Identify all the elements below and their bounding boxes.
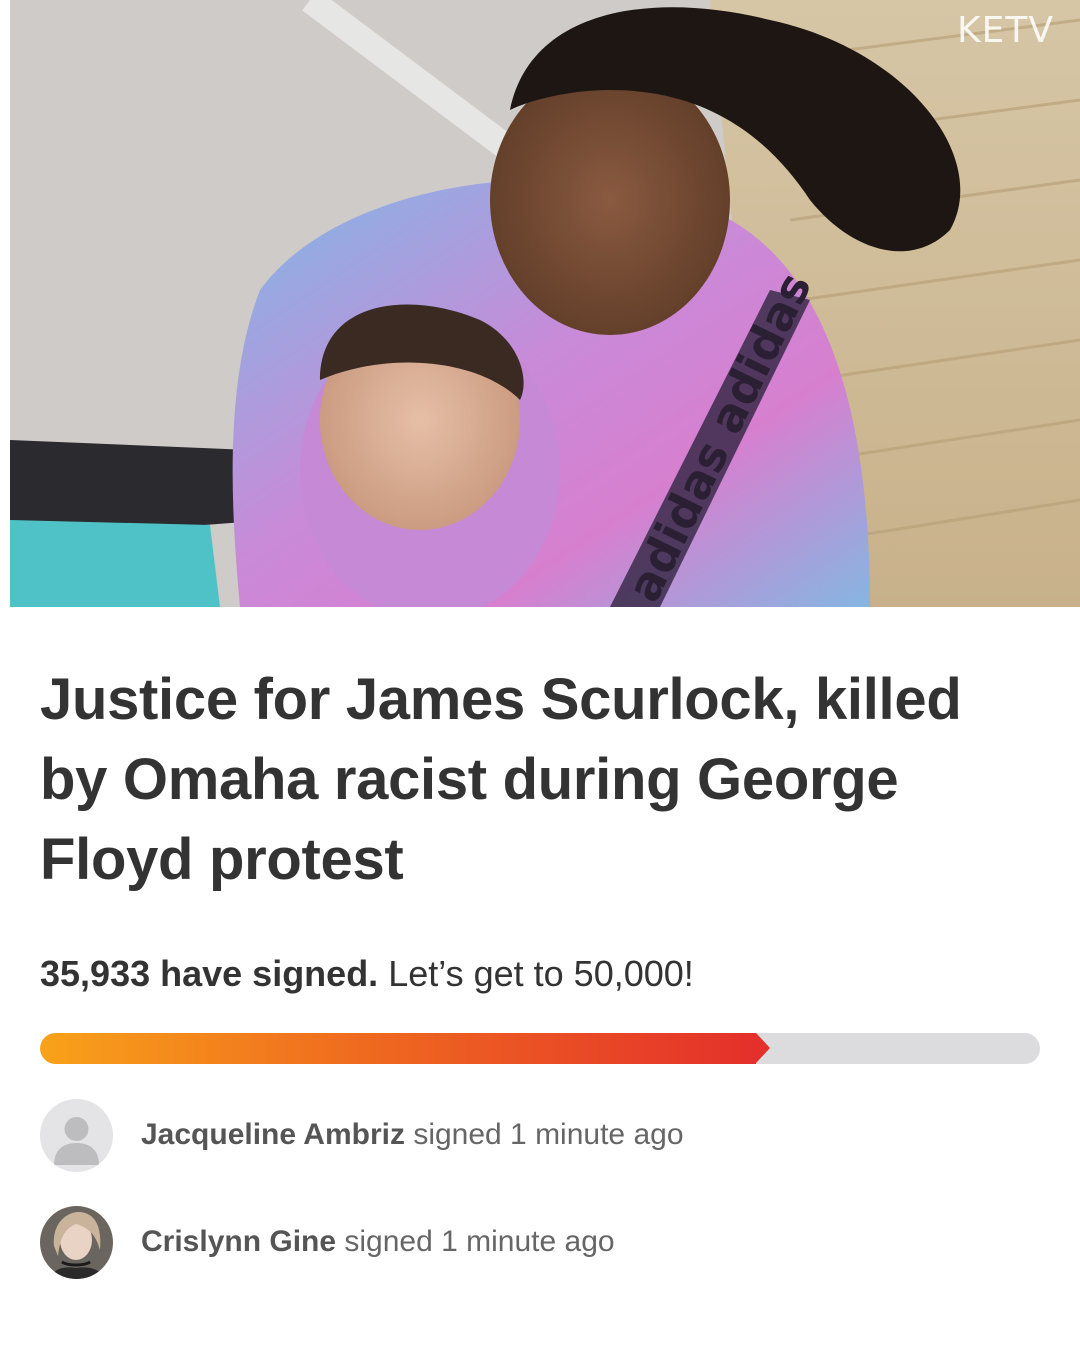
progress-fill	[40, 1033, 756, 1064]
hero-illustration: adidas adidas	[10, 0, 1080, 607]
signature-progress-bar	[40, 1033, 1040, 1064]
man-face	[490, 65, 730, 335]
signer-name[interactable]: Crislynn Gine	[141, 1225, 336, 1258]
signer-action: signed 1 minute ago	[413, 1118, 684, 1151]
signer-action: signed 1 minute ago	[344, 1225, 615, 1258]
signature-count-line: 35,933 have signed. Let’s get to 50,000!	[40, 953, 694, 995]
petition-title: Justice for James Scurlock, killed by Om…	[40, 667, 962, 892]
recent-signer: Crislynn Gine signed 1 minute ago	[40, 1205, 615, 1279]
signer-text: Jacqueline Ambriz signed 1 minute ago	[141, 1118, 684, 1152]
signer-text: Crislynn Gine signed 1 minute ago	[141, 1225, 615, 1259]
signer-photo-avatar	[40, 1205, 113, 1279]
progress-tip	[756, 1033, 770, 1063]
ketv-watermark: KETV	[957, 10, 1054, 51]
goal-text: Let’s get to 50,000!	[388, 953, 694, 994]
blanket	[10, 520, 220, 607]
signer-name[interactable]: Jacqueline Ambriz	[141, 1118, 405, 1151]
recent-signer: Jacqueline Ambriz signed 1 minute ago	[40, 1098, 684, 1172]
signed-count: 35,933 have signed.	[40, 953, 379, 994]
default-avatar-icon	[40, 1098, 113, 1172]
petition-card: Justice for James Scurlock, killed by Om…	[40, 660, 1040, 1279]
hero-photo: adidas adidas KETV	[10, 0, 1080, 607]
